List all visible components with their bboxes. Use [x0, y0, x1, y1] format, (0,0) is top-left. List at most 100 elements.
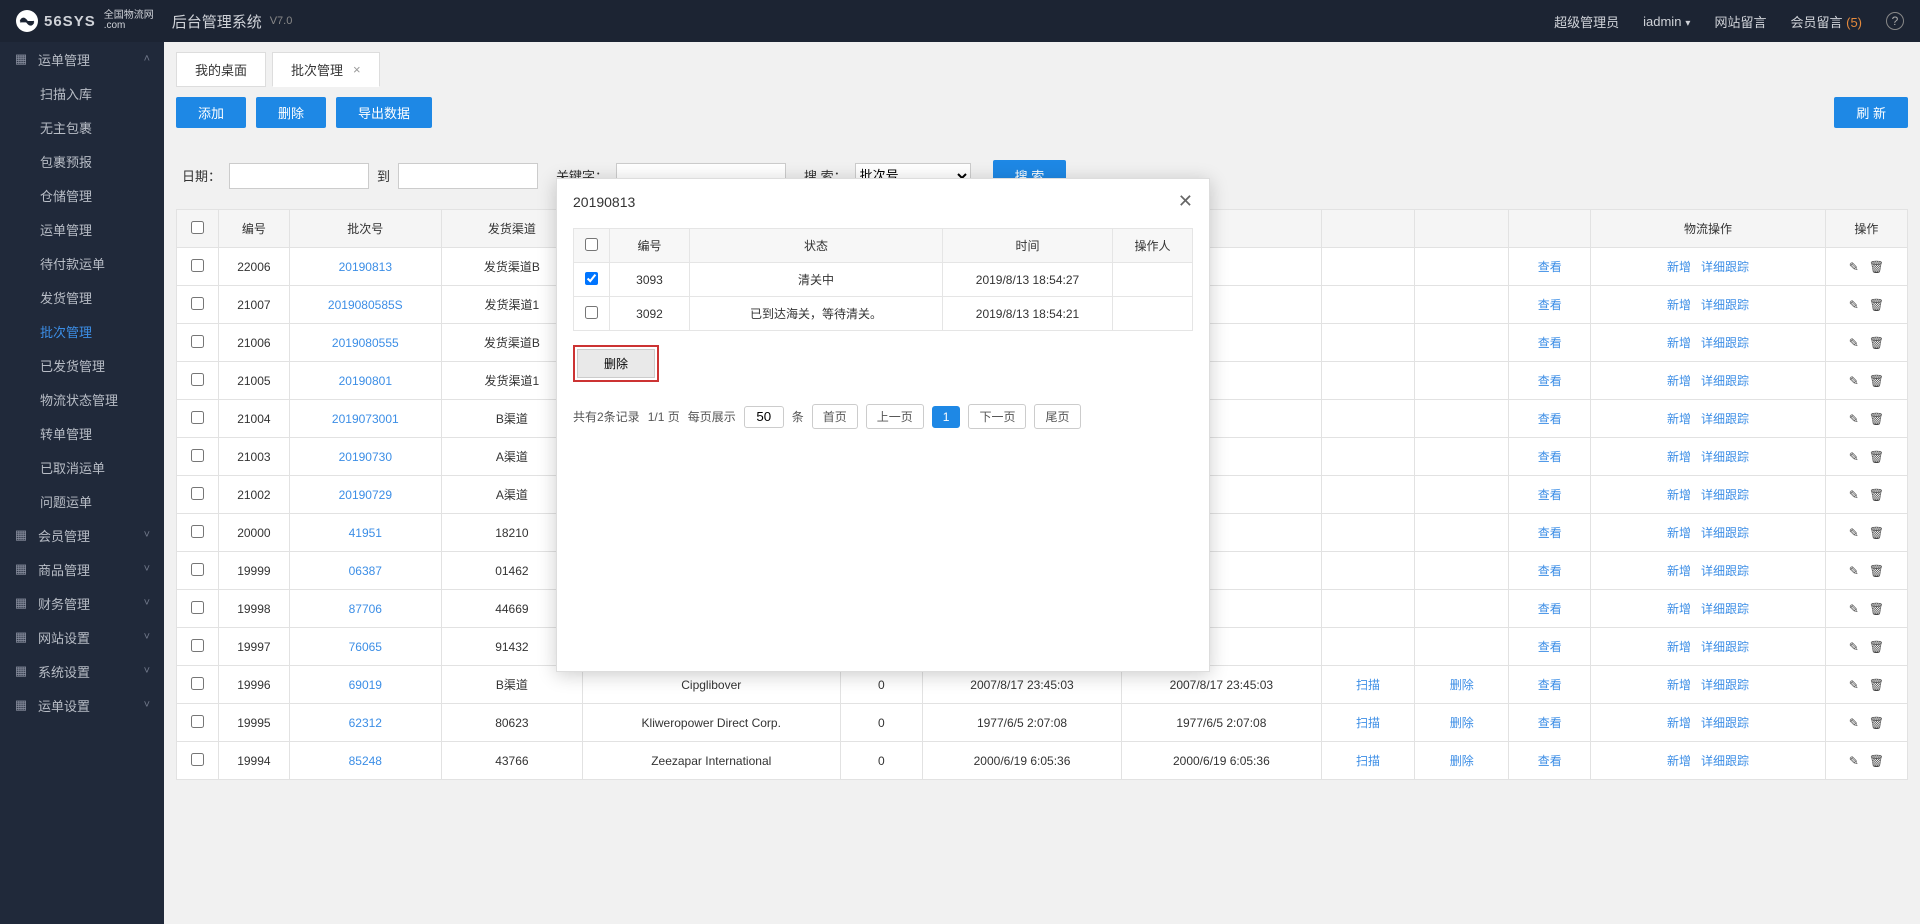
batch-link[interactable]: 69019	[349, 678, 382, 692]
help-icon[interactable]: ?	[1886, 12, 1904, 30]
modal-row-checkbox[interactable]	[585, 306, 598, 319]
view-link[interactable]: 查看	[1538, 678, 1562, 692]
track-detail-link[interactable]: 详细跟踪	[1701, 638, 1749, 655]
view-link[interactable]: 查看	[1538, 336, 1562, 350]
view-link[interactable]: 查看	[1538, 526, 1562, 540]
date-from-input[interactable]	[229, 163, 369, 189]
row-delete-link[interactable]: 删除	[1450, 754, 1474, 768]
scan-link[interactable]: 扫描	[1356, 716, 1380, 730]
track-detail-link[interactable]: 详细跟踪	[1701, 372, 1749, 389]
batch-link[interactable]: 85248	[349, 754, 382, 768]
track-detail-link[interactable]: 详细跟踪	[1701, 714, 1749, 731]
scan-link[interactable]: 扫描	[1356, 754, 1380, 768]
export-button[interactable]: 导出数据	[336, 97, 432, 128]
sidebar-subitem[interactable]: 仓储管理	[0, 178, 164, 212]
track-detail-link[interactable]: 详细跟踪	[1701, 448, 1749, 465]
row-checkbox[interactable]	[191, 525, 204, 538]
delete-icon[interactable]	[1869, 716, 1884, 730]
sidebar-subitem[interactable]: 无主包裹	[0, 110, 164, 144]
sidebar-item[interactable]: ▦系统设置˅	[0, 654, 164, 688]
batch-link[interactable]: 62312	[349, 716, 382, 730]
tab-close-icon[interactable]: ×	[353, 62, 361, 77]
add-track-link[interactable]: 新增	[1667, 676, 1691, 693]
date-to-input[interactable]	[398, 163, 538, 189]
view-link[interactable]: 查看	[1538, 602, 1562, 616]
add-track-link[interactable]: 新增	[1667, 562, 1691, 579]
add-track-link[interactable]: 新增	[1667, 524, 1691, 541]
row-checkbox[interactable]	[191, 335, 204, 348]
track-detail-link[interactable]: 详细跟踪	[1701, 600, 1749, 617]
select-all-checkbox[interactable]	[191, 221, 204, 234]
delete-icon[interactable]	[1869, 374, 1884, 388]
sidebar-subitem[interactable]: 已取消运单	[0, 450, 164, 484]
batch-link[interactable]: 20190801	[339, 374, 392, 388]
view-link[interactable]: 查看	[1538, 488, 1562, 502]
delete-icon[interactable]	[1869, 298, 1884, 312]
edit-icon[interactable]	[1849, 336, 1859, 350]
edit-icon[interactable]	[1849, 412, 1859, 426]
track-detail-link[interactable]: 详细跟踪	[1701, 296, 1749, 313]
edit-icon[interactable]	[1849, 298, 1859, 312]
delete-icon[interactable]	[1869, 412, 1884, 426]
row-checkbox[interactable]	[191, 715, 204, 728]
delete-icon[interactable]	[1869, 260, 1884, 274]
edit-icon[interactable]	[1849, 602, 1859, 616]
tab[interactable]: 我的桌面	[176, 52, 266, 87]
add-track-link[interactable]: 新增	[1667, 334, 1691, 351]
view-link[interactable]: 查看	[1538, 450, 1562, 464]
sidebar-item[interactable]: ▦财务管理˅	[0, 586, 164, 620]
track-detail-link[interactable]: 详细跟踪	[1701, 676, 1749, 693]
edit-icon[interactable]	[1849, 488, 1859, 502]
row-delete-link[interactable]: 删除	[1450, 678, 1474, 692]
sidebar-subitem[interactable]: 转单管理	[0, 416, 164, 450]
track-detail-link[interactable]: 详细跟踪	[1701, 334, 1749, 351]
row-checkbox[interactable]	[191, 411, 204, 424]
edit-icon[interactable]	[1849, 374, 1859, 388]
row-checkbox[interactable]	[191, 753, 204, 766]
delete-icon[interactable]	[1869, 336, 1884, 350]
sidebar-subitem[interactable]: 物流状态管理	[0, 382, 164, 416]
edit-icon[interactable]	[1849, 450, 1859, 464]
add-track-link[interactable]: 新增	[1667, 372, 1691, 389]
sidebar-subitem[interactable]: 扫描入库	[0, 76, 164, 110]
batch-link[interactable]: 20190730	[339, 450, 392, 464]
delete-button[interactable]: 删除	[256, 97, 326, 128]
pager-last[interactable]: 尾页	[1034, 404, 1080, 429]
row-checkbox[interactable]	[191, 487, 204, 500]
sidebar-item[interactable]: ▦运单管理˄	[0, 42, 164, 76]
site-comments-link[interactable]: 网站留言	[1714, 12, 1766, 31]
view-link[interactable]: 查看	[1538, 564, 1562, 578]
row-checkbox[interactable]	[191, 639, 204, 652]
batch-link[interactable]: 41951	[349, 526, 382, 540]
add-track-link[interactable]: 新增	[1667, 600, 1691, 617]
batch-link[interactable]: 87706	[349, 602, 382, 616]
modal-delete-button[interactable]: 删除	[577, 349, 655, 378]
row-delete-link[interactable]: 删除	[1450, 716, 1474, 730]
edit-icon[interactable]	[1849, 678, 1859, 692]
modal-row-checkbox[interactable]	[585, 272, 598, 285]
sidebar-subitem[interactable]: 运单管理	[0, 212, 164, 246]
row-checkbox[interactable]	[191, 563, 204, 576]
pager-next[interactable]: 下一页	[968, 404, 1026, 429]
view-link[interactable]: 查看	[1538, 640, 1562, 654]
pager-first[interactable]: 首页	[812, 404, 858, 429]
track-detail-link[interactable]: 详细跟踪	[1701, 258, 1749, 275]
batch-link[interactable]: 2019073001	[332, 412, 399, 426]
sidebar-subitem[interactable]: 待付款运单	[0, 246, 164, 280]
batch-link[interactable]: 2019080585S	[328, 298, 403, 312]
view-link[interactable]: 查看	[1538, 260, 1562, 274]
view-link[interactable]: 查看	[1538, 298, 1562, 312]
batch-link[interactable]: 20190729	[339, 488, 392, 502]
edit-icon[interactable]	[1849, 716, 1859, 730]
view-link[interactable]: 查看	[1538, 716, 1562, 730]
delete-icon[interactable]	[1869, 754, 1884, 768]
delete-icon[interactable]	[1869, 640, 1884, 654]
row-checkbox[interactable]	[191, 373, 204, 386]
edit-icon[interactable]	[1849, 640, 1859, 654]
member-comments-link[interactable]: 会员留言 (5)	[1790, 12, 1862, 31]
row-checkbox[interactable]	[191, 677, 204, 690]
modal-select-all[interactable]	[585, 238, 598, 251]
batch-link[interactable]: 76065	[349, 640, 382, 654]
add-track-link[interactable]: 新增	[1667, 258, 1691, 275]
delete-icon[interactable]	[1869, 450, 1884, 464]
